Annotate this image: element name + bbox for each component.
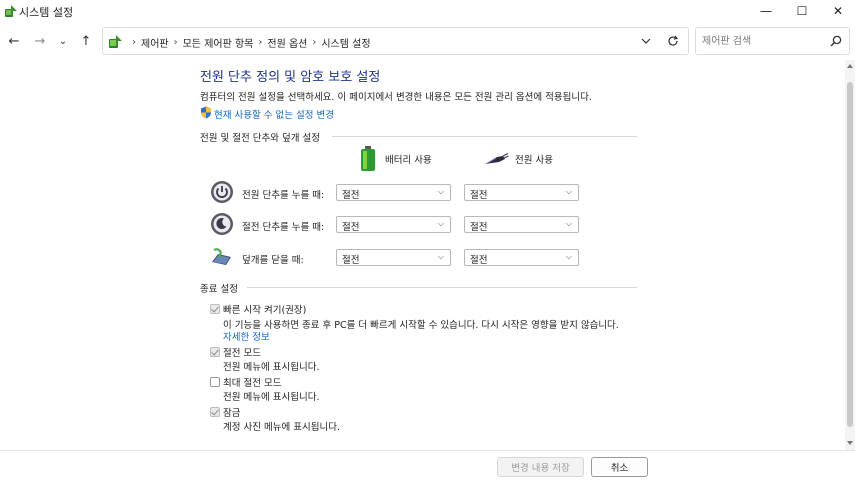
plugged-column-header: 전원 사용 — [483, 152, 553, 166]
window-title: 시스템 설정 — [19, 6, 74, 19]
search-icon[interactable] — [829, 34, 843, 48]
lock-description: 계정 사진 메뉴에 표시됩니다. — [223, 422, 340, 433]
lid-close-plugged-select[interactable]: 절전 ⌵ — [464, 249, 579, 266]
scroll-down-arrow-icon[interactable] — [847, 441, 853, 445]
hibernate-description: 전원 메뉴에 표시됩니다. — [223, 392, 320, 403]
battery-column-label: 배터리 사용 — [385, 155, 432, 166]
footer-bar — [0, 450, 855, 480]
chevron-down-icon: ⌵ — [437, 219, 444, 228]
more-info-link[interactable]: 자세한 정보 — [223, 329, 270, 343]
laptop-lid-icon — [212, 248, 231, 265]
fast-startup-label: 빠른 시작 켜기(권장) — [223, 305, 307, 316]
lid-close-battery-select[interactable]: 절전 ⌵ — [336, 249, 451, 266]
breadcrumb-item-power-options[interactable]: 전원 옵션 — [267, 35, 307, 50]
power-button-battery-select[interactable]: 절전 ⌵ — [336, 184, 451, 201]
power-button-label: 전원 단추를 누를 때: — [242, 190, 325, 201]
battery-column-header: 배터리 사용 — [359, 146, 432, 172]
select-value: 절전 — [342, 190, 360, 201]
power-button-icon — [211, 181, 233, 203]
breadcrumb-separator: › — [312, 37, 317, 48]
uac-shield-icon — [201, 106, 211, 119]
sleep-button-plugged-select[interactable]: 절전 ⌵ — [464, 216, 579, 233]
page-title: 전원 단추 정의 및 암호 보호 설정 — [200, 70, 381, 85]
shutdown-section-heading: 종료 설정 — [200, 284, 238, 295]
power-plug-icon — [485, 152, 509, 165]
minimize-button[interactable]: — — [747, 0, 785, 22]
search-box[interactable] — [695, 27, 850, 55]
change-unavailable-settings-link[interactable]: 현재 사용할 수 없는 설정 변경 — [214, 107, 334, 121]
address-bar[interactable]: › 제어판 › 모든 제어판 항목 › 전원 옵션 › 시스템 설정 — [102, 27, 689, 55]
sleep-button-battery-select[interactable]: 절전 ⌵ — [336, 216, 451, 233]
scrollbar-thumb[interactable] — [847, 82, 853, 427]
lock-checkbox[interactable] — [210, 407, 220, 417]
sleep-button-label: 절전 단추를 누를 때: — [242, 222, 325, 233]
breadcrumb: › 제어판 › 모든 제어판 항목 › 전원 옵션 › 시스템 설정 — [127, 35, 371, 50]
cancel-button[interactable]: 취소 — [591, 457, 648, 477]
select-value: 절전 — [470, 255, 488, 266]
lid-close-label: 덮개를 닫을 때: — [242, 255, 304, 266]
search-input[interactable] — [702, 34, 822, 48]
maximize-button[interactable]: ☐ — [783, 0, 821, 22]
lock-label: 잠금 — [223, 408, 241, 419]
chevron-down-icon: ⌵ — [565, 252, 572, 261]
breadcrumb-separator: › — [173, 37, 178, 48]
sleep-checkbox[interactable] — [210, 347, 220, 357]
hibernate-checkbox[interactable] — [210, 377, 220, 387]
refresh-icon[interactable] — [665, 33, 681, 49]
forward-button[interactable]: → — [30, 31, 50, 51]
up-button[interactable]: ↑ — [76, 31, 96, 51]
save-changes-button[interactable]: 변경 내용 저장 — [497, 457, 584, 477]
chevron-down-icon: ⌵ — [565, 187, 572, 196]
chevron-down-icon: ⌵ — [437, 252, 444, 261]
scroll-up-arrow-icon[interactable] — [847, 64, 853, 68]
sleep-label: 절전 모드 — [223, 348, 261, 359]
recent-locations-button[interactable]: ⌄ — [53, 31, 73, 51]
chevron-down-icon: ⌵ — [565, 219, 572, 228]
sleep-button-icon — [211, 213, 233, 235]
title-bar: 시스템 설정 — ☐ ✕ — [0, 0, 855, 22]
hibernate-label: 최대 절전 모드 — [223, 378, 282, 389]
power-button-plugged-select[interactable]: 절전 ⌵ — [464, 184, 579, 201]
vertical-scrollbar[interactable] — [845, 60, 855, 450]
control-panel-icon — [109, 35, 122, 48]
fast-startup-description: 이 기능을 사용하면 종료 후 PC를 더 빠르게 시작할 수 있습니다. 다시… — [223, 320, 619, 331]
control-panel-icon — [5, 5, 17, 17]
close-button[interactable]: ✕ — [819, 0, 855, 22]
chevron-down-icon[interactable] — [638, 33, 654, 49]
plugged-column-label: 전원 사용 — [515, 155, 553, 166]
select-value: 절전 — [470, 222, 488, 233]
section-divider — [332, 136, 637, 137]
section-divider — [247, 287, 637, 288]
breadcrumb-item-control-panel[interactable]: 제어판 — [141, 35, 169, 50]
navigation-bar: ← → ⌄ ↑ › 제어판 › 모든 제어판 항목 › 전원 옵션 › 시스템 … — [0, 22, 855, 60]
breadcrumb-separator: › — [258, 37, 263, 48]
breadcrumb-item-system-settings[interactable]: 시스템 설정 — [321, 35, 370, 50]
select-value: 절전 — [470, 190, 488, 201]
select-value: 절전 — [342, 255, 360, 266]
breadcrumb-item-all-items[interactable]: 모든 제어판 항목 — [183, 35, 254, 50]
sleep-description: 전원 메뉴에 표시됩니다. — [223, 362, 320, 373]
breadcrumb-separator: › — [132, 37, 136, 48]
page-description: 컴퓨터의 전원 설정을 선택하세요. 이 페이지에서 변경한 내용은 모든 전원… — [200, 92, 592, 103]
power-buttons-section-heading: 전원 및 절전 단추와 덮개 설정 — [200, 133, 320, 144]
fast-startup-checkbox[interactable] — [210, 304, 220, 314]
battery-icon — [361, 146, 375, 171]
chevron-down-icon: ⌵ — [437, 187, 444, 196]
back-button[interactable]: ← — [4, 31, 24, 51]
select-value: 절전 — [342, 222, 360, 233]
